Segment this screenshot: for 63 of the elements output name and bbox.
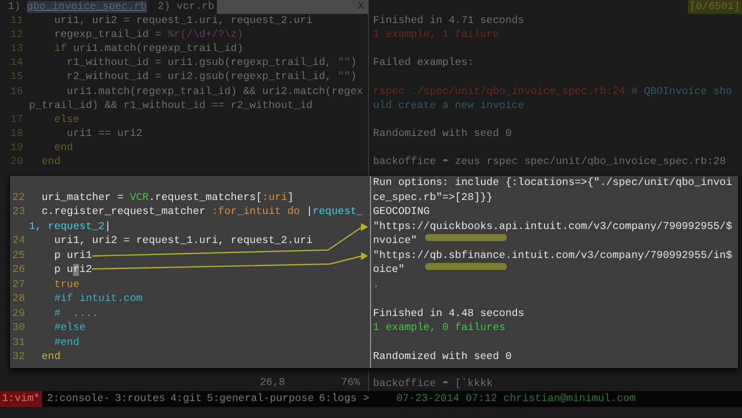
- line-number: 26: [12, 264, 25, 276]
- terminal-line: "https://quickbooks.api.intuit.com/v3/company/790992955/$: [373, 220, 732, 234]
- code-line: p uri2: [53, 263, 92, 278]
- code-line: uri1.match(regexp_trail_id) && uri2.match(regex: [66, 84, 363, 99]
- terminal-line: Randomized with seed 0: [373, 350, 512, 364]
- code-line: p uri1: [53, 248, 92, 263]
- code-line: # ....: [53, 306, 98, 321]
- terminal-line: GEOCODING: [373, 205, 430, 220]
- line-number: 28: [12, 293, 25, 305]
- terminal-line: backoffice ☂ [`kkkk: [373, 376, 493, 391]
- terminal-line: 1 example, 0 failures: [373, 321, 506, 336]
- code-line: p_trail_id) && r1_without_id == r2_without_id: [29, 98, 313, 113]
- scroll-percent: 76%: [341, 376, 360, 391]
- code-line: end: [53, 140, 74, 156]
- line-number: 31: [12, 336, 25, 348]
- code-line: c.register_request_matcher :for_intuit do |request_: [40, 205, 363, 220]
- terminal-line: rspec ./spec/unit/qbo_invoice_spec.rb:24 # QBOInvoice sho: [373, 84, 732, 99]
- terminal-line: 1 example, 1 failure: [373, 28, 500, 42]
- line-number: 29: [12, 308, 25, 320]
- terminal-line: "https://qb.sbfinance.intuit.com/v3/company/790992955/in$: [373, 248, 732, 263]
- code-line: 1, request_2|: [29, 220, 111, 234]
- terminal-line: oice": [373, 263, 405, 278]
- cursor-position: 26,8: [260, 376, 286, 391]
- line-number: 25: [12, 250, 25, 262]
- editor-tab[interactable]: 2) vcr.rb: [150, 0, 218, 14]
- window-tab[interactable]: 5:general-purpose: [206, 391, 319, 407]
- terminal-line: Finished in 4.48 seconds: [373, 306, 524, 321]
- terminal-line: Run options: include {:locations=>{"./spec/unit/qbo_invoi: [373, 176, 732, 190]
- line-number: 24: [12, 235, 25, 247]
- window-tab[interactable]: 4:git: [170, 391, 207, 407]
- window-tab[interactable]: 2:console-: [46, 391, 115, 407]
- code-line: end: [40, 350, 61, 364]
- code-line: #else: [53, 321, 86, 336]
- code-line: uri1, uri2 = request_1.uri, request_2.uri: [53, 14, 313, 28]
- terminal-line: nvoice": [373, 234, 418, 248]
- terminal-line: Randomized with seed 0: [373, 126, 512, 141]
- code-line: regexp_trail_id = %r(/\d+/?\z): [53, 28, 244, 42]
- line-number: 22: [12, 192, 25, 204]
- status-text: 07-23-2014 07:12 christian@minimul.com: [396, 392, 636, 407]
- terminal-line: ce_spec.rb"=>[28]}}: [373, 190, 493, 205]
- code-line: r2_without_id = uri2.gsub(regexp_trail_id, ""): [66, 70, 357, 85]
- line-number: 23: [12, 206, 25, 218]
- line-number: 27: [12, 278, 25, 290]
- window-tab[interactable]: 1:vim*: [0, 391, 42, 407]
- code-line: #if intuit.com: [53, 292, 142, 306]
- code-line: end: [40, 155, 61, 170]
- code-line: uri1, uri2 = request_1.uri, request_2.uri: [53, 234, 313, 248]
- terminal-line: backoffice ☂ zeus rspec spec/unit/qbo_invoice_spec.rb:28: [373, 155, 726, 170]
- code-line: if uri1.match(regexp_trail_id): [53, 42, 244, 56]
- window-tab[interactable]: 6:logs >: [318, 391, 374, 407]
- code-line: else: [53, 112, 80, 127]
- window-tab[interactable]: 3:routes: [114, 391, 170, 407]
- line-number: 30: [12, 322, 25, 334]
- terminal-line: .: [373, 278, 380, 292]
- code-line: uri_matcher = VCR.request_matchers[:uri]: [40, 190, 294, 205]
- terminal-line: Failed examples:: [373, 56, 474, 70]
- code-line: true: [53, 278, 80, 292]
- line-number: 32: [12, 351, 25, 363]
- terminal-line: Finished in 4.71 seconds: [373, 14, 524, 28]
- code-line: uri1 == uri2: [66, 126, 142, 141]
- code-line: r1_without_id = uri1.gsub(regexp_trail_id, ""): [66, 56, 357, 70]
- code-line: #end: [53, 336, 80, 350]
- terminal-line: uld create a new invoice: [373, 98, 524, 113]
